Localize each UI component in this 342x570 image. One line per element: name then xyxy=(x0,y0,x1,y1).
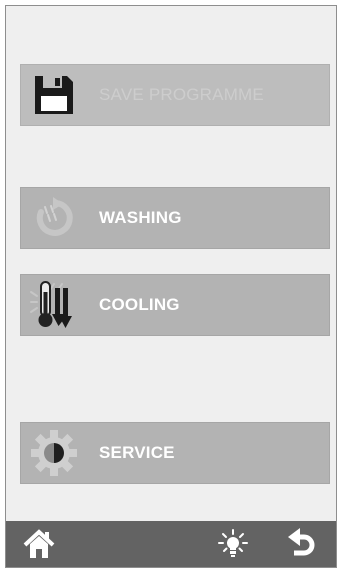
service-button[interactable]: SERVICE xyxy=(20,422,330,484)
cooling-label: COOLING xyxy=(99,295,180,314)
washing-label: WASHING xyxy=(99,208,182,227)
light-bulb-icon xyxy=(218,529,248,557)
floppy-disk-icon xyxy=(21,65,87,125)
save-programme-button[interactable]: SAVE PROGRAMME xyxy=(20,64,330,126)
light-toggle-button[interactable] xyxy=(210,521,256,567)
save-programme-label: SAVE PROGRAMME xyxy=(99,85,264,104)
service-label: SERVICE xyxy=(99,443,175,462)
home-button[interactable] xyxy=(16,521,62,567)
thermometer-cooling-icon xyxy=(21,275,87,335)
bottom-bar xyxy=(6,521,336,567)
back-button[interactable] xyxy=(278,521,324,567)
gear-icon xyxy=(21,423,87,483)
back-arrow-icon xyxy=(288,528,315,556)
screen: SAVE PROGRAMME WASHING COOLING SERVICE xyxy=(5,5,337,568)
home-icon xyxy=(23,529,55,558)
washing-cycle-icon xyxy=(21,188,87,248)
washing-button[interactable]: WASHING xyxy=(20,187,330,249)
cooling-button[interactable]: COOLING xyxy=(20,274,330,336)
